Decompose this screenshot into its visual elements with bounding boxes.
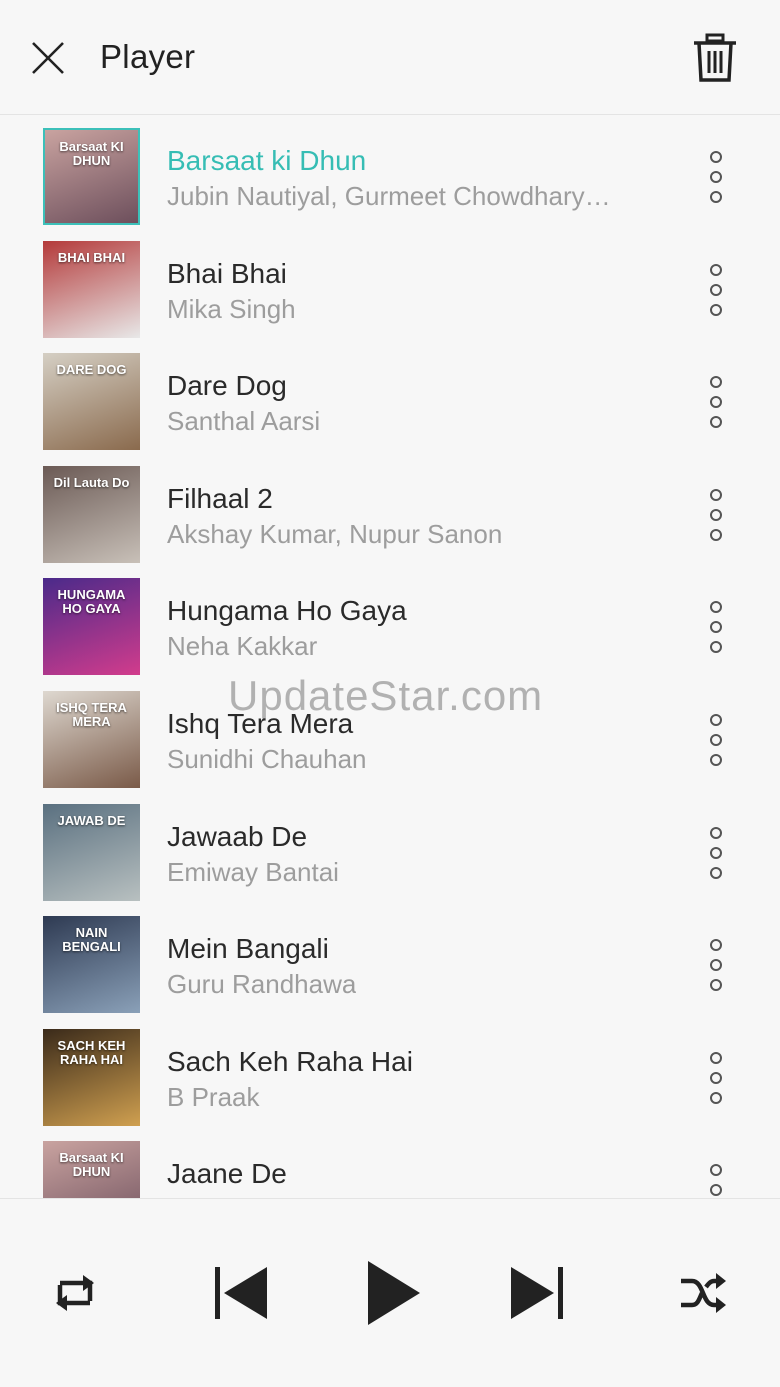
song-options-button[interactable] bbox=[702, 937, 730, 997]
play-button[interactable] bbox=[364, 1259, 422, 1327]
song-options-button[interactable] bbox=[702, 712, 730, 772]
song-artist: Guru Randhawa bbox=[167, 969, 357, 1000]
more-vertical-icon bbox=[710, 601, 722, 654]
more-vertical-icon bbox=[710, 714, 722, 766]
song-options-button[interactable] bbox=[702, 1162, 730, 1198]
queue-row[interactable]: Barsaat KI DHUN Jaane De bbox=[0, 1128, 780, 1198]
song-options-button[interactable] bbox=[702, 1050, 730, 1110]
album-art: BHAI BHAI bbox=[43, 240, 140, 338]
play-icon bbox=[368, 1261, 420, 1325]
more-vertical-icon bbox=[710, 488, 722, 541]
album-art-text: NAIN BENGALI bbox=[62, 925, 121, 955]
album-art-text: JAWAB DE bbox=[57, 812, 126, 828]
song-title: Sach Keh Raha Hai bbox=[167, 1045, 413, 1077]
song-options-button[interactable] bbox=[702, 374, 730, 434]
song-options-button[interactable] bbox=[702, 149, 730, 209]
queue-list: Barsaat KI DHUN Barsaat ki Dhun Jubin Naut… bbox=[0, 115, 780, 1198]
album-art-text: ISHQ TERA MERA bbox=[56, 700, 127, 729]
song-title: Mein Bangali bbox=[167, 933, 329, 965]
song-artist: Sunidhi Chauhan bbox=[167, 744, 367, 774]
song-title: Dare Dog bbox=[167, 370, 287, 402]
shuffle-button[interactable] bbox=[678, 1271, 728, 1315]
album-art: NAIN BENGALI bbox=[43, 916, 140, 1014]
album-art-text: SACH KEH RAHA HAI bbox=[57, 1037, 126, 1067]
queue-row[interactable]: DARE DOG Dare Dog Santhal Aarsi bbox=[0, 340, 780, 452]
song-artist: Emiway Bantai bbox=[167, 856, 339, 887]
song-artist: Neha Kakkar bbox=[167, 631, 318, 662]
shuffle-icon bbox=[681, 1273, 726, 1313]
album-art: JAWAB DE bbox=[43, 803, 140, 901]
album-art: Barsaat KI DHUN bbox=[43, 128, 140, 225]
song-artist: Mika Singh bbox=[167, 293, 296, 324]
close-button[interactable] bbox=[26, 36, 70, 80]
more-vertical-icon bbox=[710, 1051, 722, 1104]
queue-row[interactable]: HUNGAMA HO GAYA Hungama Ho Gaya Neha Kakka… bbox=[0, 565, 780, 677]
song-artist: Akshay Kumar, Nupur Sanon bbox=[167, 518, 503, 549]
song-options-button[interactable] bbox=[702, 262, 730, 322]
album-art-text: Barsaat KI DHUN bbox=[59, 139, 124, 168]
next-button[interactable] bbox=[508, 1265, 566, 1321]
more-vertical-icon bbox=[710, 1164, 722, 1197]
song-options-button[interactable] bbox=[702, 599, 730, 659]
album-art: Dil Lauta Do bbox=[43, 465, 140, 563]
album-art: Barsaat KI DHUN bbox=[43, 1141, 140, 1198]
song-artist: Santhal Aarsi bbox=[167, 406, 321, 437]
album-art-text: Dil Lauta Do bbox=[53, 474, 130, 490]
more-vertical-icon bbox=[710, 263, 722, 316]
song-title: Barsaat ki Dhun bbox=[167, 145, 367, 176]
repeat-icon bbox=[56, 1275, 94, 1311]
album-art-text: BHAI BHAI bbox=[57, 249, 126, 265]
more-vertical-icon bbox=[710, 939, 722, 992]
album-art: ISHQ TERA MERA bbox=[43, 691, 140, 788]
more-vertical-icon bbox=[710, 376, 722, 429]
previous-button[interactable] bbox=[212, 1265, 270, 1321]
queue-row[interactable]: JAWAB DE Jawaab De Emiway Bantai bbox=[0, 791, 780, 903]
repeat-button[interactable] bbox=[50, 1271, 100, 1315]
skip-previous-icon bbox=[215, 1267, 267, 1319]
more-vertical-icon bbox=[710, 151, 722, 203]
queue-row[interactable]: NAIN BENGALI Mein Bangali Guru Randhawa bbox=[0, 903, 780, 1015]
song-options-button[interactable] bbox=[702, 825, 730, 885]
song-title: Filhaal 2 bbox=[167, 482, 273, 514]
queue-row[interactable]: BHAI BHAI Bhai Bhai Mika Singh bbox=[0, 228, 780, 340]
song-artist: B Praak bbox=[167, 1081, 260, 1112]
queue-row[interactable]: Dil Lauta Do Filhaal 2 Akshay Kumar, Nupur… bbox=[0, 453, 780, 565]
queue-row[interactable]: SACH KEH RAHA HAI Sach Keh Raha Hai B Praa… bbox=[0, 1016, 780, 1128]
skip-next-icon bbox=[511, 1267, 563, 1319]
trash-icon bbox=[694, 33, 736, 82]
song-artist: Jubin Nautiyal, Gurmeet Chowdhary… bbox=[167, 181, 611, 211]
song-title: Bhai Bhai bbox=[167, 257, 287, 289]
close-icon bbox=[32, 42, 64, 74]
queue-row[interactable]: Barsaat KI DHUN Barsaat ki Dhun Jubin Naut… bbox=[0, 115, 780, 227]
album-art-text: DARE DOG bbox=[56, 362, 127, 378]
album-art: SACH KEH RAHA HAI bbox=[43, 1028, 140, 1126]
song-title: Hungama Ho Gaya bbox=[167, 595, 407, 627]
song-options-button[interactable] bbox=[702, 487, 730, 547]
album-art: DARE DOG bbox=[43, 353, 140, 451]
clear-queue-button[interactable] bbox=[690, 32, 740, 84]
album-art-text: Barsaat KI DHUN bbox=[59, 1150, 124, 1180]
watermark: UpdateStar.com bbox=[228, 672, 544, 719]
player-header: Player bbox=[0, 0, 780, 115]
song-title: Jawaab De bbox=[167, 820, 308, 852]
more-vertical-icon bbox=[710, 826, 722, 879]
playback-controls bbox=[0, 1198, 780, 1387]
album-art-text: HUNGAMA HO GAYA bbox=[57, 587, 126, 617]
album-art: HUNGAMA HO GAYA bbox=[43, 578, 140, 676]
page-title: Player bbox=[100, 38, 196, 75]
song-title: Jaane De bbox=[167, 1158, 287, 1190]
